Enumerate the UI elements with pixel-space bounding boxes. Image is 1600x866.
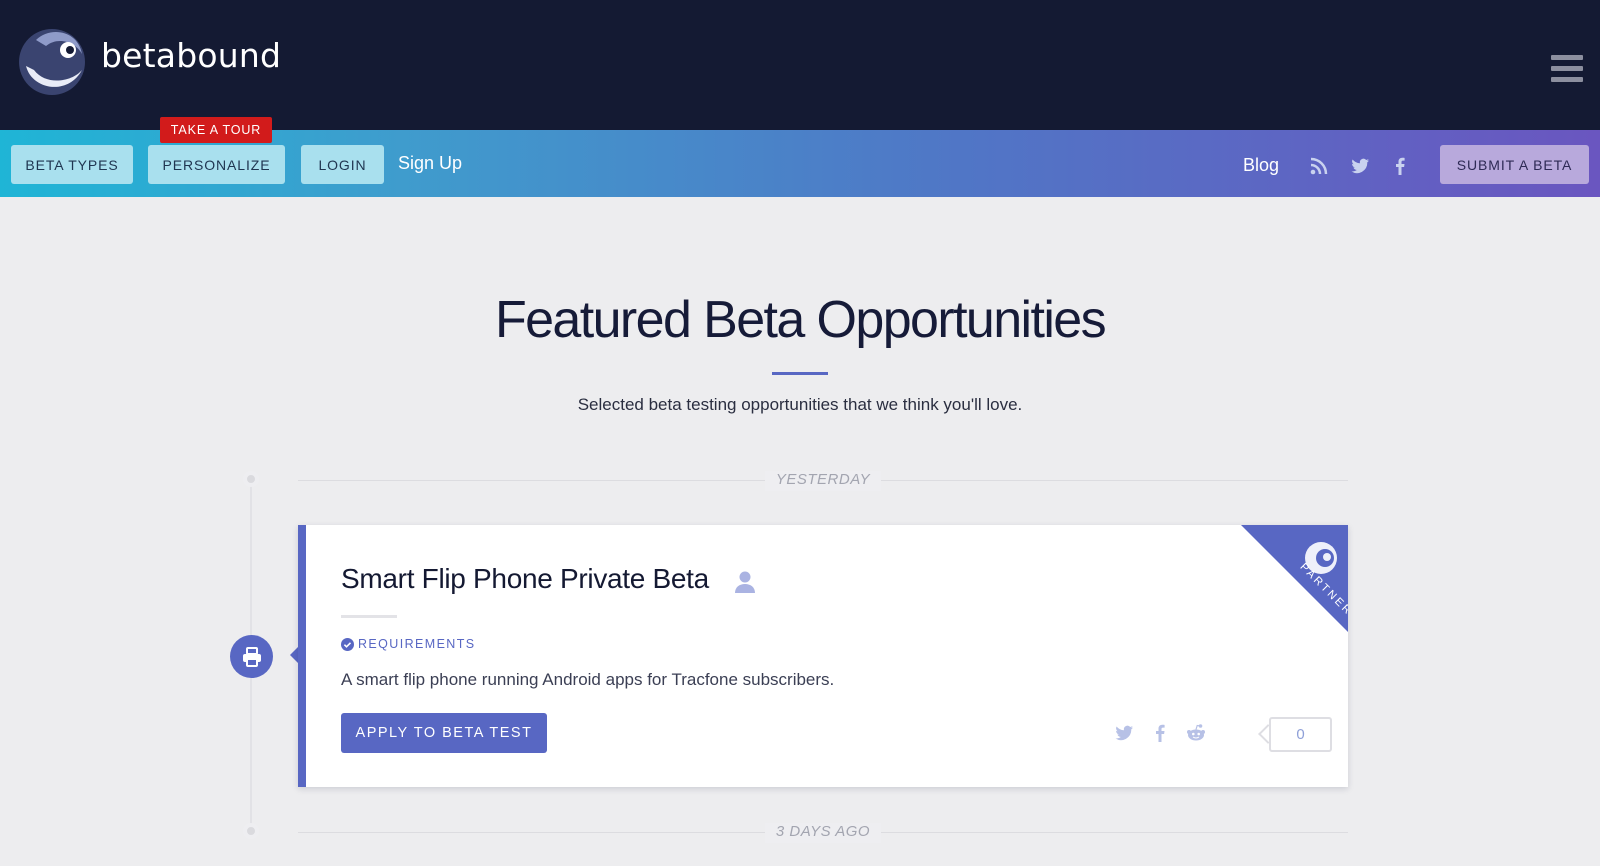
login-button[interactable]: LOGIN <box>301 145 384 184</box>
signup-link[interactable]: Sign Up <box>398 153 462 174</box>
beta-description: A smart flip phone running Android apps … <box>341 670 835 689</box>
personalize-button[interactable]: PERSONALIZE <box>148 145 285 184</box>
page-title: Featured Beta Opportunities <box>494 291 1107 349</box>
requirements-toggle[interactable]: REQUIREMENTS <box>341 637 476 651</box>
page-subtitle: Selected beta testing opportunities that… <box>577 395 1023 414</box>
timeline-dot <box>243 823 259 839</box>
requirements-label: REQUIREMENTS <box>358 637 476 651</box>
rss-icon[interactable] <box>1309 156 1329 176</box>
private-user-icon <box>735 571 755 593</box>
title-divider <box>772 372 828 375</box>
top-header: betabound <box>0 0 1600 130</box>
submit-a-beta-button[interactable]: SUBMIT A BETA <box>1440 145 1589 184</box>
twitter-icon[interactable] <box>1114 723 1134 743</box>
category-badge <box>230 635 273 678</box>
check-circle-icon <box>341 637 354 651</box>
share-count: 0 <box>1269 717 1332 752</box>
printer-icon <box>242 646 261 667</box>
timeline-dot <box>243 471 259 487</box>
take-a-tour-tag[interactable]: TAKE A TOUR <box>160 117 272 143</box>
beta-title[interactable]: Smart Flip Phone Private Beta <box>341 563 709 595</box>
card-divider <box>341 615 397 618</box>
facebook-icon[interactable] <box>1150 723 1170 743</box>
betabound-logo-icon[interactable] <box>16 20 86 104</box>
facebook-icon[interactable] <box>1390 156 1410 176</box>
brand-name[interactable]: betabound <box>101 36 281 75</box>
partner-ribbon <box>1241 525 1348 632</box>
date-label-yesterday: YESTERDAY <box>765 471 881 491</box>
hamburger-menu-icon[interactable] <box>1551 55 1583 85</box>
date-label-3-days-ago: 3 DAYS AGO <box>765 823 881 843</box>
twitter-icon[interactable] <box>1350 156 1370 176</box>
beta-card: PARTNER Smart Flip Phone Private Beta RE… <box>298 525 1348 787</box>
reddit-icon[interactable] <box>1186 723 1206 743</box>
beta-types-button[interactable]: BETA TYPES <box>11 145 133 184</box>
apply-button[interactable]: APPLY TO BETA TEST <box>341 713 547 753</box>
blog-link[interactable]: Blog <box>1243 155 1279 176</box>
